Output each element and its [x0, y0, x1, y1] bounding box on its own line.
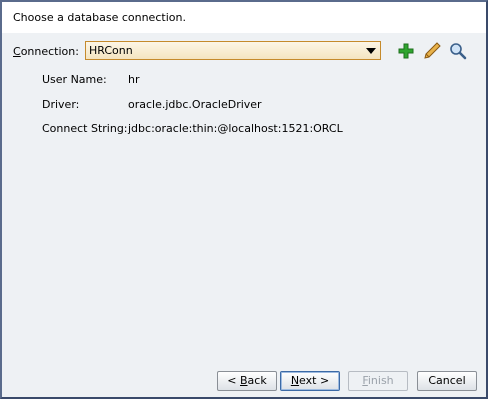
- cancel-button[interactable]: Cancel: [417, 371, 477, 391]
- connection-label-mnemonic: C: [13, 45, 21, 58]
- dropdown-arrow-icon[interactable]: [366, 48, 376, 54]
- add-icon[interactable]: [396, 41, 416, 61]
- finish-rest: inish: [367, 374, 394, 387]
- next-mnemonic: N: [290, 374, 300, 387]
- wizard-window: Choose a database connection. Connection…: [0, 0, 488, 399]
- back-rest: ack: [247, 374, 267, 387]
- back-mnemonic: B: [240, 374, 248, 387]
- connection-selected-value: HRConn: [89, 44, 133, 57]
- detail-value: jdbc:oracle:thin:@localhost:1521:ORCL: [128, 122, 343, 135]
- connection-label-rest: onnection:: [20, 45, 79, 58]
- detail-value: oracle.jdbc.OracleDriver: [128, 98, 262, 111]
- next-rest: ext >: [299, 374, 330, 387]
- connection-panel: Connection: HRConn User Name: hr Driver:…: [2, 33, 486, 397]
- next-button[interactable]: Next >: [280, 371, 340, 391]
- back-button[interactable]: < Back: [217, 371, 277, 391]
- wizard-header: Choose a database connection.: [2, 2, 486, 33]
- search-icon[interactable]: [448, 41, 468, 61]
- detail-value: hr: [128, 73, 140, 86]
- detail-label: User Name:: [42, 73, 107, 86]
- detail-label: Connect String:: [42, 122, 128, 135]
- back-prefix: <: [227, 374, 240, 387]
- connection-label: Connection:: [13, 45, 79, 58]
- detail-label: Driver:: [42, 98, 80, 111]
- finish-button[interactable]: Finish: [348, 371, 408, 391]
- connection-dropdown[interactable]: HRConn: [85, 41, 381, 60]
- instruction-text: Choose a database connection.: [13, 11, 186, 24]
- edit-icon[interactable]: [422, 41, 442, 61]
